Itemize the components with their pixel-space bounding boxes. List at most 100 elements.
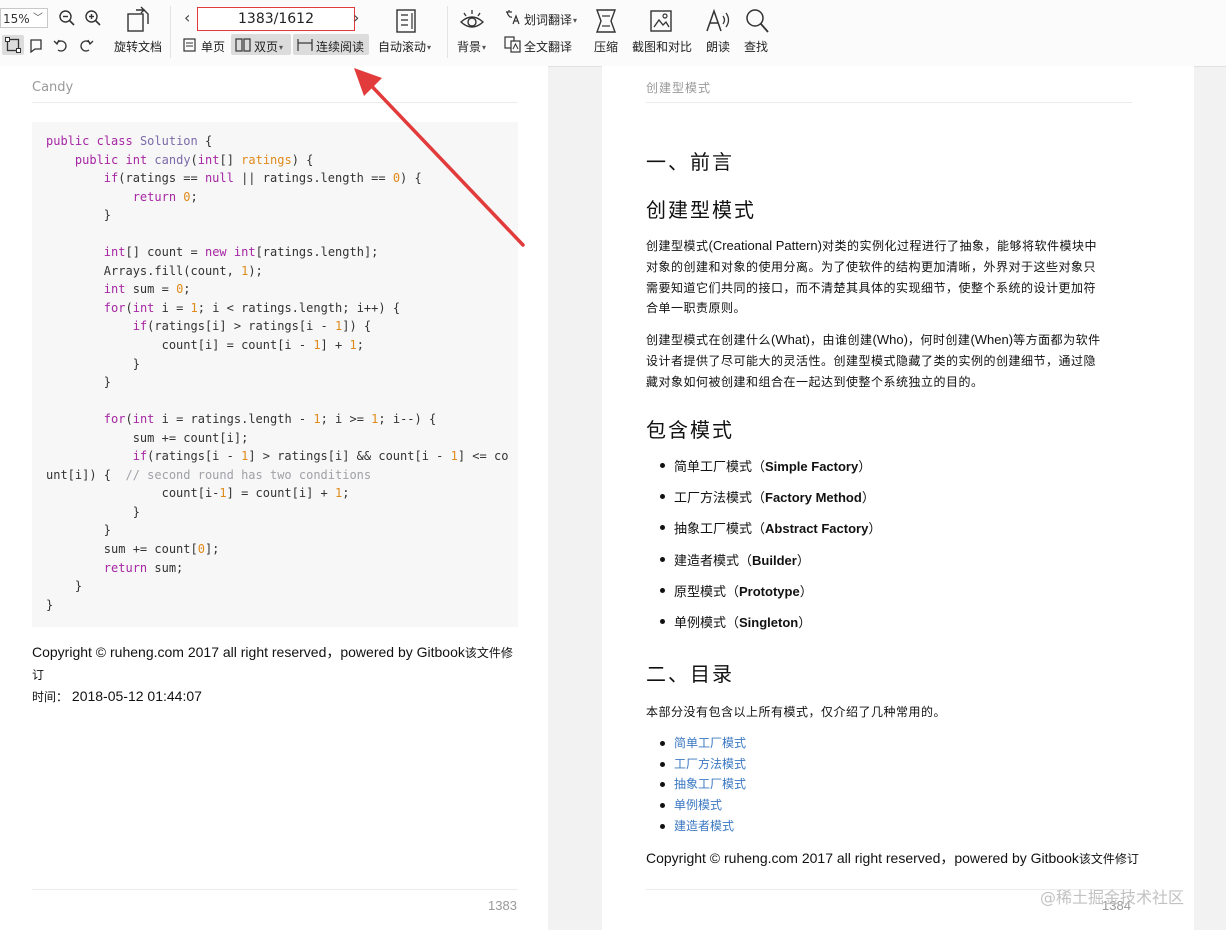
pattern-end: ） bbox=[799, 584, 813, 600]
pattern-end: ） bbox=[858, 460, 872, 475]
text-run: (Who) bbox=[872, 332, 908, 347]
code-line: count[i] = count[i - 1] + 1; bbox=[46, 338, 364, 353]
code-line: } bbox=[46, 579, 83, 594]
pattern-label: 建造者模式（Builder） bbox=[674, 550, 810, 569]
toc-link[interactable]: 单例模式 bbox=[674, 796, 722, 813]
compress-icon[interactable] bbox=[594, 7, 618, 35]
hand-tool-icon[interactable] bbox=[29, 37, 45, 53]
pattern-end: ） bbox=[861, 491, 875, 507]
code-line: unt[i]) { // second round has two condit… bbox=[46, 467, 372, 482]
zoom-value: 15% bbox=[3, 12, 30, 26]
page-footer-copyright: Copyright © ruheng.com 2017 all right re… bbox=[646, 848, 1186, 870]
word-translate-icon bbox=[504, 9, 521, 26]
code-line: sum += count[i]; bbox=[46, 430, 249, 445]
text-run: ，何时创建 bbox=[907, 333, 971, 347]
text-run: 创建型模式 bbox=[646, 239, 709, 253]
toc-link[interactable]: 抽象工厂模式 bbox=[674, 775, 746, 792]
paragraph-line: 设计者提供了尽可能大的灵活性。创建型模式隐藏了类的实例的创建细节，通过隐 bbox=[646, 351, 1132, 372]
search-icon[interactable] bbox=[744, 7, 770, 35]
text-run: (What) bbox=[771, 332, 811, 347]
continuous-read-button[interactable]: 连续阅读 bbox=[316, 38, 364, 55]
rotate-left-icon[interactable] bbox=[53, 37, 69, 53]
find-button[interactable]: 查找 bbox=[744, 38, 768, 55]
rotate-document-icon[interactable] bbox=[124, 6, 152, 34]
word-translate-button[interactable]: 划词翻译▾ bbox=[524, 11, 577, 28]
background-button[interactable]: 背景▾ bbox=[457, 38, 486, 55]
zoom-select[interactable]: 15% ﹀ bbox=[0, 8, 48, 28]
code-line: Arrays.fill(count, 1); bbox=[46, 263, 263, 278]
reader-toolbar: 15% ﹀ 旋转文档 ‹ 1383/1612 › 单页 双页▾ 连续阅读 自动滚… bbox=[0, 0, 1226, 67]
prev-page-icon[interactable]: ‹ bbox=[184, 8, 190, 27]
revision-label: 该文件修订 bbox=[1078, 852, 1139, 866]
pattern-en: Builder bbox=[752, 552, 797, 568]
caret-down-icon: ▾ bbox=[482, 43, 487, 52]
auto-scroll-button[interactable]: 自动滚动▾ bbox=[378, 38, 431, 55]
text-run: 设计者提供了尽可能大的灵活性。创建型模式隐藏了类的实例的创建细节，通过隐 bbox=[646, 353, 1097, 368]
single-page-icon bbox=[183, 38, 196, 52]
pattern-label: 单例模式（Singleton） bbox=[674, 612, 811, 631]
text-run: 需要知道它们共同的接口，而不清楚其具体的实现细节，使整个系统的设计更加符 bbox=[646, 280, 1097, 295]
background-label: 背景 bbox=[457, 40, 482, 54]
code-line: return sum; bbox=[103, 560, 184, 575]
paragraph-line: 需要知道它们共同的接口，而不清楚其具体的实现细节，使整个系统的设计更加符 bbox=[646, 278, 1132, 299]
pattern-cn: 建造者模式（ bbox=[674, 553, 753, 569]
code-line: if(ratings[i] > ratings[i - 1]) { bbox=[132, 319, 372, 334]
pattern-label: 简单工厂模式（Simple Factory） bbox=[674, 456, 871, 475]
screenshot-icon[interactable] bbox=[648, 7, 674, 35]
heading-contains: 包含模式 bbox=[646, 418, 734, 442]
next-page-icon[interactable]: › bbox=[353, 8, 359, 27]
zoom-out-icon[interactable] bbox=[58, 9, 76, 27]
eye-icon[interactable] bbox=[459, 9, 485, 33]
text-run: 对象的创建和对象的使用分离。为了使软件的结构更加清晰，外界对于这些对象只 bbox=[646, 259, 1097, 274]
pattern-label: 工厂方法模式（Factory Method） bbox=[674, 487, 875, 506]
pattern-end: ） bbox=[798, 615, 812, 631]
auto-scroll-label: 自动滚动 bbox=[378, 40, 427, 54]
full-translate-button[interactable]: 全文翻译 bbox=[524, 38, 572, 55]
full-translate-icon bbox=[504, 36, 521, 53]
code-line: } bbox=[46, 597, 54, 612]
pattern-cn: 工厂方法模式（ bbox=[674, 491, 766, 507]
select-area-icon[interactable] bbox=[5, 37, 21, 53]
text-run: (When) bbox=[970, 332, 1014, 347]
rotate-right-icon[interactable] bbox=[78, 37, 94, 53]
compress-button[interactable]: 压缩 bbox=[594, 38, 618, 55]
toc-link[interactable]: 建造者模式 bbox=[674, 817, 734, 834]
heading-preface: 一、前言 bbox=[646, 150, 734, 174]
text-run: (Creational Pattern) bbox=[708, 238, 822, 253]
copyright-text: Copyright © ruheng.com 2017 all right re… bbox=[32, 644, 465, 660]
auto-scroll-icon[interactable] bbox=[394, 7, 418, 35]
running-head: 创建型模式 bbox=[646, 81, 712, 95]
page-number-input[interactable]: 1383/1612 bbox=[197, 7, 355, 31]
pattern-en: Abstract Factory bbox=[765, 521, 869, 537]
pattern-label: 抽象工厂模式（Abstract Factory） bbox=[674, 518, 881, 537]
paragraph-line: 合单一职责原则。 bbox=[646, 298, 1132, 319]
double-page-icon bbox=[235, 38, 251, 52]
pattern-cn: 简单工厂模式（ bbox=[674, 460, 766, 475]
double-page-button[interactable]: 双页▾ bbox=[254, 38, 283, 55]
read-aloud-button[interactable]: 朗读 bbox=[706, 38, 730, 55]
page-indicator: 1383/1612 bbox=[238, 11, 314, 27]
text-run: 合单一职责原则。 bbox=[646, 301, 747, 316]
revision-time-label: 时间： bbox=[32, 690, 69, 704]
code-line: } bbox=[46, 375, 112, 390]
paragraph-line: 藏对象如何被创建和组合在一起达到使整个系统独立的目的。 bbox=[646, 372, 1132, 393]
paragraph-flexibility: 创建型模式在创建什么(What)，由谁创建(Who)，何时创建(When)等方面… bbox=[646, 330, 1132, 392]
code-line: if(ratings[i - 1] > ratings[i] && count[… bbox=[132, 449, 509, 464]
text-run: 创建型模式在创建什么 bbox=[646, 333, 772, 347]
pattern-en: Prototype bbox=[739, 583, 800, 599]
toc-link[interactable]: 简单工厂模式 bbox=[674, 734, 746, 751]
screenshot-compare-button[interactable]: 截图和对比 bbox=[632, 38, 692, 55]
single-page-button[interactable]: 单页 bbox=[201, 38, 225, 55]
pattern-label: 原型模式（Prototype） bbox=[674, 581, 813, 600]
toc-link[interactable]: 工厂方法模式 bbox=[674, 755, 746, 772]
pattern-end: ） bbox=[796, 553, 810, 569]
paragraph-intro: 创建型模式(Creational Pattern)对类的实例化过程进行了抽象，能… bbox=[646, 236, 1132, 319]
code-line: } bbox=[46, 504, 140, 519]
zoom-in-icon[interactable] bbox=[84, 9, 102, 27]
code-line: } bbox=[46, 523, 112, 538]
rotate-document-label[interactable]: 旋转文档 bbox=[114, 38, 162, 55]
read-aloud-icon[interactable] bbox=[704, 7, 732, 35]
code-line: for(int i = ratings.length - 1; i >= 1; … bbox=[103, 412, 437, 427]
text-run: 等方面都为软件 bbox=[1013, 333, 1101, 347]
